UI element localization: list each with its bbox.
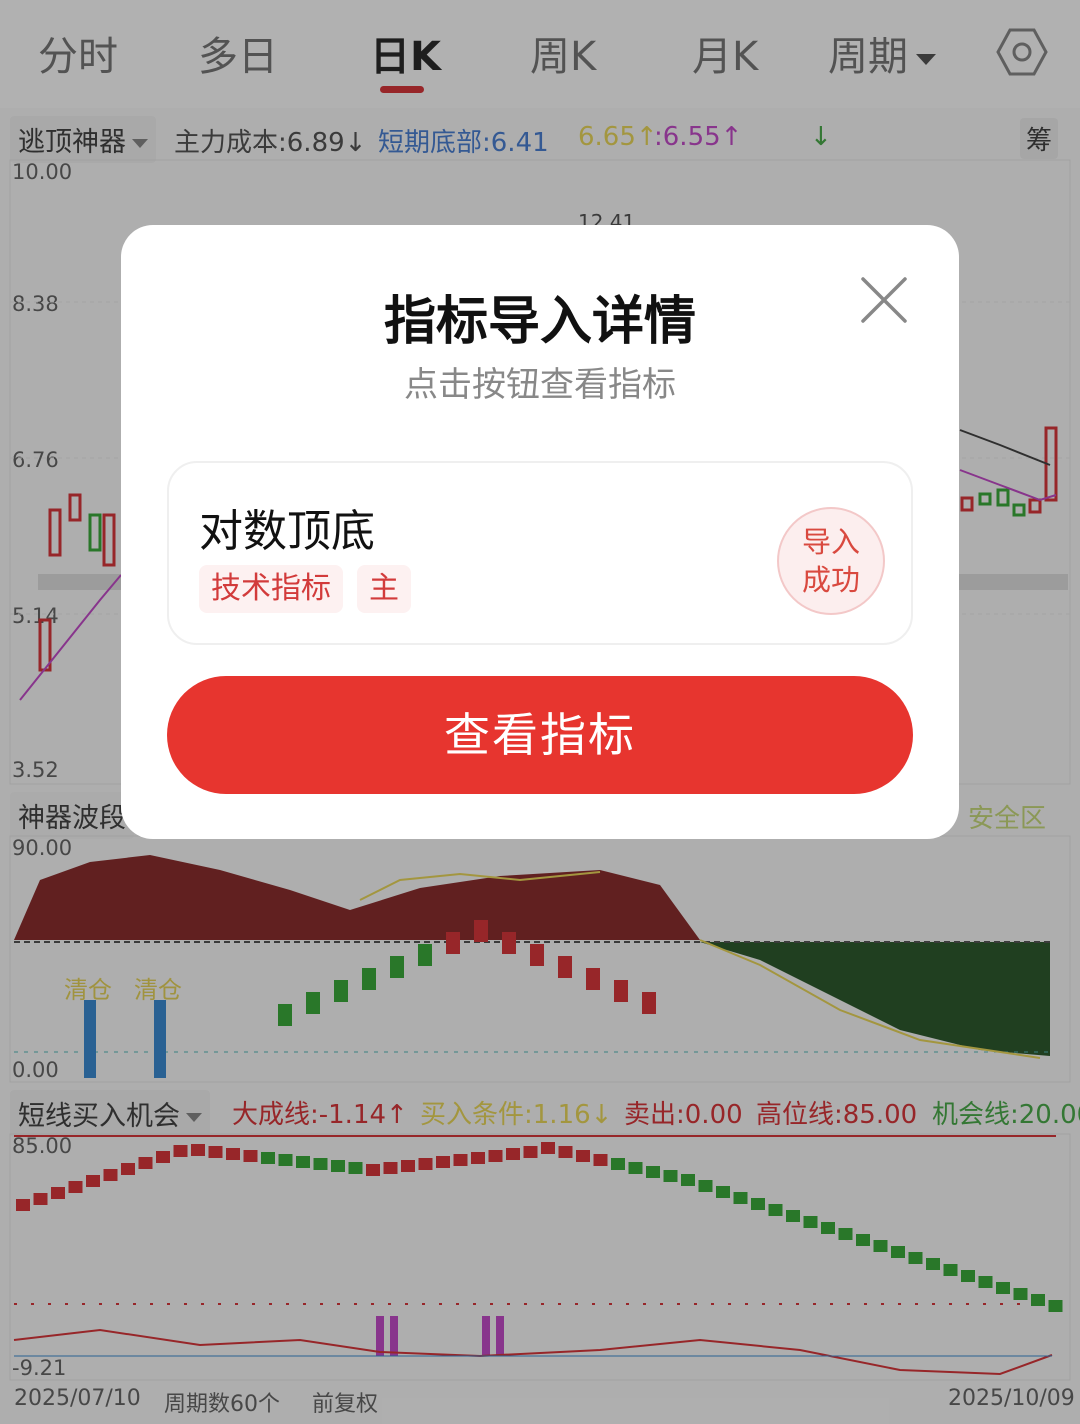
indicator-tag-main: 主 <box>357 565 411 613</box>
dialog-subtitle: 点击按钮查看指标 <box>404 365 676 405</box>
indicator-tag-technical: 技术指标 <box>199 565 343 613</box>
indicator-card: 对数顶底 技术指标 主 导入 成功 <box>167 461 913 645</box>
dialog-title: 指标导入详情 <box>383 292 696 352</box>
import-status-line2: 成功 <box>801 563 860 597</box>
import-success-badge: 导入 成功 <box>777 507 885 615</box>
close-x-icon[interactable] <box>859 275 909 325</box>
view-indicator-button[interactable]: 查看指标 <box>167 676 913 794</box>
import-status-line1: 导入 <box>801 525 860 559</box>
indicator-name: 对数顶底 <box>199 506 375 557</box>
indicator-import-dialog: 指标导入详情 点击按钮查看指标 对数顶底 技术指标 主 导入 成功 查看指标 <box>121 225 959 839</box>
